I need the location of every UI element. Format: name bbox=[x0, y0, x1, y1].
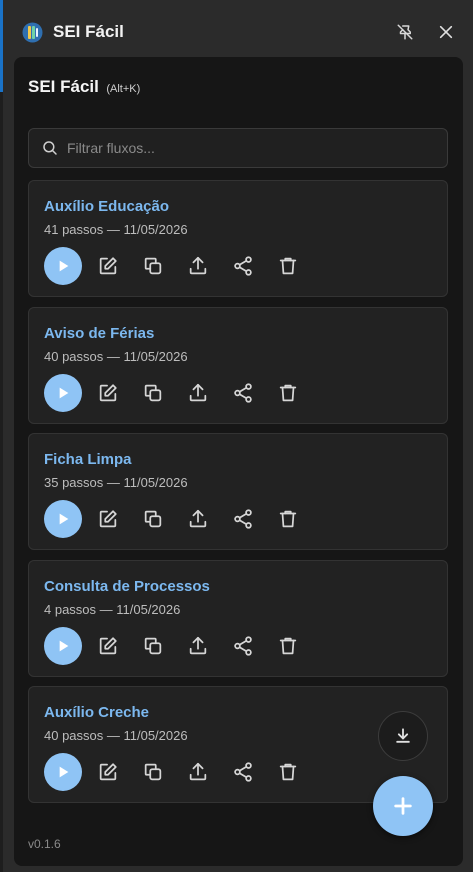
edit-flow-button[interactable] bbox=[96, 760, 120, 784]
run-flow-button[interactable] bbox=[44, 247, 82, 285]
edit-flow-button[interactable] bbox=[96, 507, 120, 531]
panel-shortcut: (Alt+K) bbox=[106, 83, 141, 95]
run-flow-button[interactable] bbox=[44, 753, 82, 791]
copy-icon bbox=[144, 637, 162, 655]
run-flow-button[interactable] bbox=[44, 627, 82, 665]
flow-meta: 40 passos — 11/05/2026 bbox=[44, 349, 188, 364]
flow-name[interactable]: Aviso de Férias bbox=[44, 325, 154, 342]
flow-card[interactable]: Aviso de Férias 40 passos — 11/05/2026 bbox=[28, 307, 448, 424]
play-icon bbox=[59, 260, 69, 272]
copy-icon bbox=[144, 510, 162, 528]
play-icon bbox=[59, 766, 69, 778]
share-flow-button[interactable] bbox=[231, 254, 255, 278]
edit-icon bbox=[99, 384, 117, 402]
share-flow-button[interactable] bbox=[231, 634, 255, 658]
title-bar: SEI Fácil bbox=[3, 0, 473, 64]
delete-flow-button[interactable] bbox=[276, 634, 300, 658]
export-flow-button[interactable] bbox=[186, 634, 210, 658]
edit-icon bbox=[99, 637, 117, 655]
share-icon bbox=[234, 636, 252, 656]
version-label: v0.1.6 bbox=[28, 837, 61, 851]
export-flow-button[interactable] bbox=[186, 760, 210, 784]
flow-name[interactable]: Consulta de Processos bbox=[44, 578, 210, 595]
play-icon bbox=[59, 513, 69, 525]
delete-flow-button[interactable] bbox=[276, 507, 300, 531]
edit-flow-button[interactable] bbox=[96, 254, 120, 278]
search-box[interactable] bbox=[28, 128, 448, 168]
run-flow-button[interactable] bbox=[44, 374, 82, 412]
trash-icon bbox=[279, 257, 297, 275]
export-icon bbox=[189, 256, 207, 275]
flow-meta: 41 passos — 11/05/2026 bbox=[44, 222, 188, 237]
play-icon bbox=[59, 640, 69, 652]
share-icon bbox=[234, 256, 252, 276]
edit-icon bbox=[99, 257, 117, 275]
flow-card[interactable]: Ficha Limpa 35 passos — 11/05/2026 bbox=[28, 433, 448, 550]
run-flow-button[interactable] bbox=[44, 500, 82, 538]
flows-panel: SEI Fácil (Alt+K) Auxílio Educação 41 pas… bbox=[14, 57, 463, 866]
flow-meta: 40 passos — 11/05/2026 bbox=[44, 728, 188, 743]
trash-icon bbox=[279, 763, 297, 781]
import-button[interactable] bbox=[378, 711, 428, 761]
play-icon bbox=[59, 387, 69, 399]
export-icon bbox=[189, 509, 207, 528]
close-icon bbox=[439, 25, 453, 39]
edit-icon bbox=[99, 510, 117, 528]
delete-flow-button[interactable] bbox=[276, 381, 300, 405]
flow-card[interactable]: Consulta de Processos 4 passos — 11/05/20… bbox=[28, 560, 448, 677]
flow-meta: 35 passos — 11/05/2026 bbox=[44, 475, 188, 490]
copy-icon bbox=[144, 257, 162, 275]
export-flow-button[interactable] bbox=[186, 381, 210, 405]
search-input[interactable] bbox=[67, 140, 407, 156]
duplicate-flow-button[interactable] bbox=[141, 381, 165, 405]
edit-flow-button[interactable] bbox=[96, 381, 120, 405]
panel-header: SEI Fácil (Alt+K) bbox=[28, 77, 140, 97]
plus-icon bbox=[394, 797, 412, 815]
window-left-edge bbox=[0, 0, 3, 872]
share-flow-button[interactable] bbox=[231, 760, 255, 784]
duplicate-flow-button[interactable] bbox=[141, 254, 165, 278]
export-icon bbox=[189, 762, 207, 781]
edit-flow-button[interactable] bbox=[96, 634, 120, 658]
close-button[interactable] bbox=[434, 20, 458, 44]
app-logo-icon bbox=[22, 22, 43, 43]
duplicate-flow-button[interactable] bbox=[141, 507, 165, 531]
export-flow-button[interactable] bbox=[186, 254, 210, 278]
trash-icon bbox=[279, 637, 297, 655]
copy-icon bbox=[144, 384, 162, 402]
pin-button[interactable] bbox=[393, 20, 417, 44]
pin-off-icon bbox=[397, 24, 413, 40]
flow-name[interactable]: Auxílio Creche bbox=[44, 704, 149, 721]
trash-icon bbox=[279, 384, 297, 402]
duplicate-flow-button[interactable] bbox=[141, 760, 165, 784]
edit-icon bbox=[99, 763, 117, 781]
duplicate-flow-button[interactable] bbox=[141, 634, 165, 658]
delete-flow-button[interactable] bbox=[276, 254, 300, 278]
flow-name[interactable]: Ficha Limpa bbox=[44, 451, 132, 468]
delete-flow-button[interactable] bbox=[276, 760, 300, 784]
share-flow-button[interactable] bbox=[231, 507, 255, 531]
flow-card[interactable]: Auxílio Educação 41 passos — 11/05/2026 bbox=[28, 180, 448, 297]
export-icon bbox=[189, 383, 207, 402]
flow-name[interactable]: Auxílio Educação bbox=[44, 198, 169, 215]
flow-meta: 4 passos — 11/05/2026 bbox=[44, 602, 181, 617]
share-icon bbox=[234, 762, 252, 782]
copy-icon bbox=[144, 763, 162, 781]
search-icon bbox=[43, 141, 57, 155]
export-flow-button[interactable] bbox=[186, 507, 210, 531]
share-flow-button[interactable] bbox=[231, 381, 255, 405]
share-icon bbox=[234, 509, 252, 529]
download-icon bbox=[396, 728, 410, 743]
panel-title: SEI Fácil bbox=[28, 77, 99, 96]
export-icon bbox=[189, 636, 207, 655]
share-icon bbox=[234, 383, 252, 403]
add-flow-button[interactable] bbox=[373, 776, 433, 836]
trash-icon bbox=[279, 510, 297, 528]
window-title: SEI Fácil bbox=[53, 22, 124, 41]
